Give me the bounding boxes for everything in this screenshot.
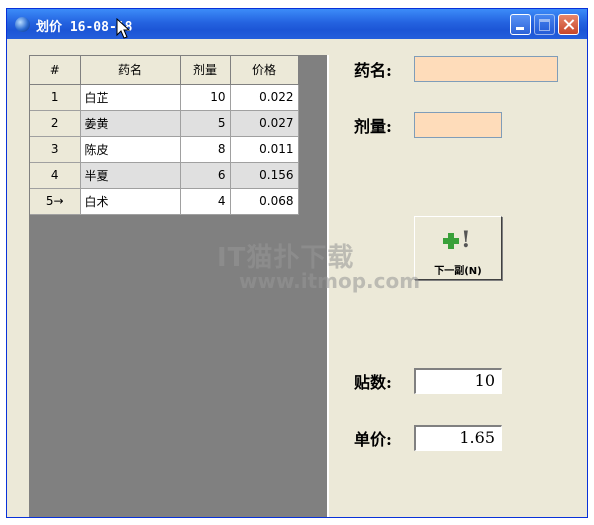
packets-label: 贴数: (354, 373, 392, 392)
cell-drug-name[interactable]: 半夏 (80, 162, 181, 189)
maximize-icon[interactable] (534, 14, 555, 35)
cell-drug-name[interactable]: 白术 (80, 188, 181, 215)
exclaim-icon: ! (461, 227, 471, 253)
row-number: 4 (30, 162, 81, 189)
cell-price[interactable]: 0.027 (230, 110, 299, 137)
table-row[interactable]: 4 半夏 6 0.156 (30, 162, 299, 189)
column-header-number[interactable]: # (30, 56, 81, 85)
drug-name-label: 药名: (354, 61, 392, 80)
app-globe-icon (15, 17, 30, 32)
row-number: 1 (30, 84, 81, 111)
table-row[interactable]: 3 陈皮 8 0.011 (30, 136, 299, 163)
cell-dose[interactable]: 5 (180, 110, 231, 137)
row-number: 2 (30, 110, 81, 137)
unit-price-label: 单价: (354, 430, 392, 449)
cell-price[interactable]: 0.156 (230, 162, 299, 189)
drug-name-input[interactable] (414, 56, 558, 82)
app-window: 划价 16-08-18 # 药名 剂量 价格 1 白芷 10 0.022 2 姜 (6, 8, 588, 518)
cell-drug-name[interactable]: 陈皮 (80, 136, 181, 163)
next-prescription-button[interactable]: ! 下一副(N) (414, 216, 502, 280)
cell-dose[interactable]: 10 (180, 84, 231, 111)
cell-price[interactable]: 0.011 (230, 136, 299, 163)
packets-input[interactable]: 10 (414, 368, 502, 394)
add-exclaim-icon (443, 233, 459, 249)
table-row[interactable]: 1 白芷 10 0.022 (30, 84, 299, 111)
table-row[interactable]: 2 姜黄 5 0.027 (30, 110, 299, 137)
column-header-dose[interactable]: 剂量 (180, 56, 231, 85)
watermark-url: www.itmop.com (239, 269, 421, 293)
close-icon[interactable] (558, 14, 579, 35)
cell-drug-name[interactable]: 姜黄 (80, 110, 181, 137)
cell-price[interactable]: 0.022 (230, 84, 299, 111)
row-number: 3 (30, 136, 81, 163)
column-header-drug-name[interactable]: 药名 (80, 56, 181, 85)
prescription-table[interactable]: # 药名 剂量 价格 1 白芷 10 0.022 2 姜黄 5 0.027 3 … (30, 56, 299, 215)
mouse-cursor-icon (116, 18, 130, 39)
next-prescription-button-label: 下一副(N) (434, 266, 482, 277)
title-bar[interactable]: 划价 16-08-18 (7, 9, 587, 39)
unit-price-input[interactable]: 1.65 (414, 425, 502, 451)
cell-dose[interactable]: 6 (180, 162, 231, 189)
column-header-price[interactable]: 价格 (230, 56, 299, 85)
dose-input[interactable] (414, 112, 502, 138)
table-header-row: # 药名 剂量 价格 (30, 56, 299, 85)
cell-price[interactable]: 0.068 (230, 188, 299, 215)
minimize-icon[interactable] (510, 14, 531, 35)
cell-dose[interactable]: 4 (180, 188, 231, 215)
row-number-current: 5→ (30, 188, 81, 215)
dose-label: 剂量: (354, 117, 392, 136)
table-row-current[interactable]: 5→ 白术 4 0.068 (30, 188, 299, 215)
cell-drug-name[interactable]: 白芷 (80, 84, 181, 111)
cell-dose[interactable]: 8 (180, 136, 231, 163)
